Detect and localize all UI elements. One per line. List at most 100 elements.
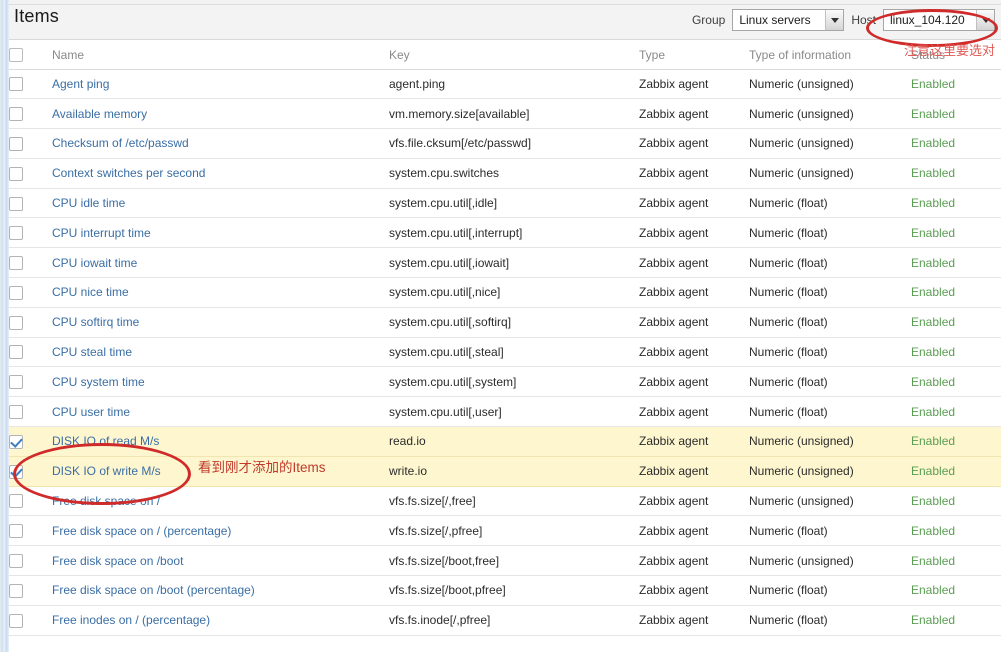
table-row[interactable]: Free disk space on /boot vfs.fs.size[/boo… [9, 545, 1001, 577]
item-name-link[interactable]: Free disk space on /boot (percentage) [52, 583, 255, 597]
row-checkbox-cell[interactable] [9, 69, 52, 100]
table-row[interactable]: Available memory vm.memory.size[available… [9, 98, 1001, 130]
item-name-link[interactable]: DISK IO of read M/s [52, 434, 159, 448]
row-checkbox[interactable] [9, 107, 23, 122]
table-row[interactable]: CPU interrupt time system.cpu.util[,inter… [9, 217, 1001, 249]
item-name-link[interactable]: Free inodes on / (percentage) [52, 613, 210, 627]
item-name-link[interactable]: CPU nice time [52, 285, 129, 299]
table-row[interactable]: CPU iowait time system.cpu.util[,iowait] Z… [9, 247, 1001, 279]
row-checkbox[interactable] [9, 375, 23, 390]
row-checkbox[interactable] [9, 196, 23, 211]
column-header-name[interactable]: Name [52, 41, 389, 70]
row-checkbox[interactable] [9, 315, 23, 330]
item-status-cell: Enabled [911, 337, 1001, 368]
table-row[interactable]: Checksum of /etc/passwd vfs.file.cksum[/e… [9, 128, 1001, 159]
left-gutter-strip [0, 0, 9, 652]
table-row[interactable]: DISK IO of write M/s write.io Zabbix agent… [9, 456, 1001, 487]
select-all-checkbox[interactable] [9, 48, 23, 63]
table-row[interactable]: CPU softirq time system.cpu.util[,softirq… [9, 307, 1001, 338]
item-name-link[interactable]: Free disk space on /boot [52, 554, 183, 568]
table-row[interactable]: Free inodes on / (percentage) vfs.fs.inod… [9, 605, 1001, 636]
item-status-cell-text: Enabled [911, 464, 956, 479]
table-row[interactable]: Agent ping agent.ping Zabbix agent Numeric … [9, 69, 1001, 100]
item-status-cell-text: Enabled [911, 166, 956, 181]
item-name-link[interactable]: Checksum of /etc/passwd [52, 136, 189, 150]
item-type-cell-text: Zabbix agent [639, 136, 709, 151]
table-row[interactable]: CPU nice time system.cpu.util[,nice] Zabbi… [9, 277, 1001, 308]
row-checkbox[interactable] [9, 613, 23, 628]
column-header-type-of-information[interactable]: Type of information [749, 41, 911, 70]
row-checkbox-cell[interactable] [9, 337, 52, 368]
chevron-down-icon[interactable] [825, 10, 844, 30]
host-select[interactable]: linux_104.120 [883, 9, 995, 31]
row-checkbox[interactable] [9, 494, 23, 509]
row-checkbox[interactable] [9, 345, 23, 360]
item-name-link[interactable]: Free disk space on / (percentage) [52, 524, 231, 538]
chevron-down-icon[interactable] [976, 10, 994, 30]
item-name-link[interactable]: Agent ping [52, 77, 109, 91]
row-checkbox[interactable] [9, 464, 23, 479]
table-row[interactable]: DISK IO of read M/s read.io Zabbix agent Nu… [9, 426, 1001, 457]
table-row[interactable]: Free disk space on / (percentage) vfs.fs.… [9, 515, 1001, 547]
item-name-link[interactable]: Available memory [52, 107, 147, 121]
table-row[interactable]: Context switches per second system.cpu.sw… [9, 158, 1001, 189]
row-checkbox-cell[interactable] [9, 575, 52, 606]
item-key-cell: write.io [389, 456, 639, 487]
row-checkbox-cell[interactable] [9, 307, 52, 338]
row-checkbox-cell[interactable] [9, 545, 52, 577]
row-checkbox[interactable] [9, 434, 23, 449]
row-checkbox-cell[interactable] [9, 486, 52, 517]
table-row[interactable]: CPU idle time system.cpu.util[,idle] Zabbi… [9, 188, 1001, 219]
column-header-type[interactable]: Type [639, 41, 749, 70]
item-name-link[interactable]: Free disk space on / [52, 494, 160, 508]
row-checkbox[interactable] [9, 166, 23, 181]
item-name-link[interactable]: CPU iowait time [52, 256, 137, 270]
row-checkbox-cell[interactable] [9, 128, 52, 159]
row-checkbox-cell[interactable] [9, 515, 52, 547]
table-row[interactable]: Free disk space on /boot (percentage) vfs… [9, 575, 1001, 606]
item-status-cell: Enabled [911, 486, 1001, 517]
table-row[interactable]: Free disk space on / vfs.fs.size[/,free] Z… [9, 486, 1001, 517]
row-checkbox[interactable] [9, 583, 23, 598]
row-checkbox[interactable] [9, 554, 23, 569]
item-name-link[interactable]: CPU steal time [52, 345, 132, 359]
row-checkbox-cell[interactable] [9, 396, 52, 428]
table-row[interactable]: CPU user time system.cpu.util[,user] Zabbi… [9, 396, 1001, 428]
row-checkbox[interactable] [9, 405, 23, 420]
row-checkbox-cell[interactable] [9, 456, 52, 487]
row-checkbox-cell[interactable] [9, 98, 52, 130]
item-name-link[interactable]: CPU interrupt time [52, 226, 151, 240]
table-row[interactable]: CPU steal time system.cpu.util[,steal] Zab… [9, 337, 1001, 368]
item-key-cell-text: system.cpu.util[,steal] [389, 345, 504, 360]
row-checkbox[interactable] [9, 77, 23, 92]
item-name-link[interactable]: CPU system time [52, 375, 145, 389]
row-checkbox-cell[interactable] [9, 247, 52, 279]
item-name-link[interactable]: CPU user time [52, 405, 130, 419]
row-checkbox[interactable] [9, 285, 23, 300]
row-checkbox-cell[interactable] [9, 217, 52, 249]
row-checkbox[interactable] [9, 256, 23, 271]
row-checkbox-cell[interactable] [9, 426, 52, 457]
item-name-link[interactable]: CPU idle time [52, 196, 125, 210]
row-checkbox-cell[interactable] [9, 158, 52, 189]
item-type-cell: Zabbix agent [639, 515, 749, 547]
group-select[interactable]: Linux servers [732, 9, 845, 31]
row-checkbox[interactable] [9, 226, 23, 241]
item-type-of-information-cell: Numeric (float) [749, 247, 911, 279]
table-row[interactable]: CPU system time system.cpu.util[,system] Z… [9, 366, 1001, 398]
item-name-link[interactable]: DISK IO of write M/s [52, 464, 161, 478]
row-checkbox-cell[interactable] [9, 605, 52, 636]
row-checkbox[interactable] [9, 524, 23, 539]
item-type-cell: Zabbix agent [639, 337, 749, 368]
item-name-link[interactable]: CPU softirq time [52, 315, 139, 329]
row-checkbox[interactable] [9, 136, 23, 151]
row-checkbox-cell[interactable] [9, 277, 52, 308]
item-key-cell: system.cpu.util[,interrupt] [389, 217, 639, 249]
item-name-link[interactable]: Context switches per second [52, 166, 205, 180]
items-page: Items Group Linux servers Host linux_104… [0, 0, 1001, 652]
column-header-key[interactable]: Key [389, 41, 639, 70]
item-status-cell: Enabled [911, 98, 1001, 130]
row-checkbox-cell[interactable] [9, 188, 52, 219]
row-checkbox-cell[interactable] [9, 366, 52, 398]
item-name-cell: Free disk space on /boot [52, 545, 389, 577]
